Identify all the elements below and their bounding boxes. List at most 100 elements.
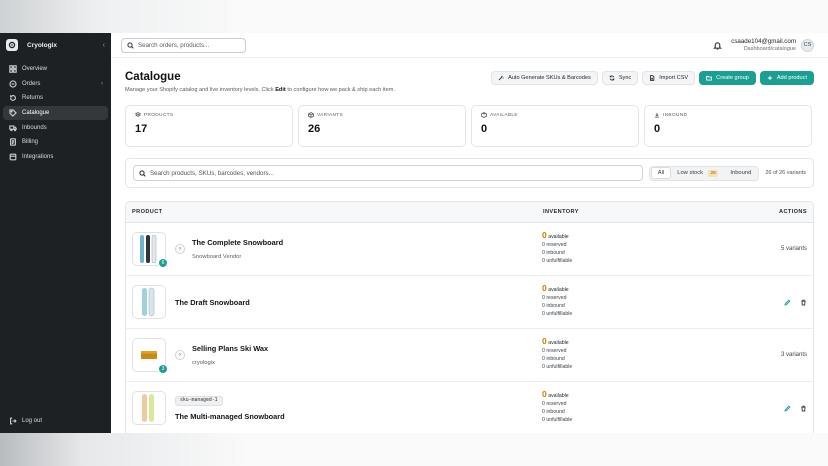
global-search-input[interactable]: Search orders, products... bbox=[121, 37, 246, 53]
trash-icon[interactable] bbox=[800, 405, 807, 412]
page-actions: Auto Generate SKUs & Barcodes Sync Impor… bbox=[487, 71, 814, 85]
variant-count-badge: 3 bbox=[158, 364, 168, 374]
collapse-sidebar-icon[interactable]: ‹ bbox=[103, 42, 105, 49]
edit-pencil-icon[interactable] bbox=[784, 298, 791, 306]
brand-name: Cryologix bbox=[27, 41, 57, 49]
sidebar-item-returns[interactable]: Returns bbox=[3, 91, 108, 105]
unfulfillable-count: 0 unfulfillable bbox=[542, 416, 573, 423]
available-label: available bbox=[548, 287, 569, 294]
product-name[interactable]: The Multi-managed Snowboard bbox=[175, 412, 542, 421]
search-icon bbox=[127, 41, 134, 49]
plus-icon bbox=[767, 75, 772, 81]
product-search-input[interactable]: Search products, SKUs, barcodes, vendors… bbox=[133, 165, 643, 181]
inventory-cell: 0 available 0 reserved 0 inbound 0 unful… bbox=[542, 336, 781, 372]
brand-logo-icon bbox=[6, 39, 18, 51]
sidebar-item-inbounds[interactable]: Inbounds bbox=[3, 121, 108, 135]
user-area: csaade104@gmail.com Dashboard/catalogue … bbox=[713, 38, 814, 52]
return-icon bbox=[8, 94, 17, 103]
row-actions bbox=[775, 404, 807, 412]
page-header: Catalogue Manage your Shopify catalog an… bbox=[125, 71, 814, 93]
filter-inbound[interactable]: Inbound bbox=[724, 167, 757, 179]
page-heading: Catalogue Manage your Shopify catalog an… bbox=[125, 71, 395, 93]
table-row[interactable]: The Draft Snowboard 0 available 0 reserv… bbox=[126, 276, 813, 329]
available-count: 0 bbox=[542, 230, 547, 241]
expand-row-button[interactable]: › bbox=[175, 244, 185, 254]
product-info: The Draft Snowboard bbox=[175, 298, 542, 307]
sync-button[interactable]: Sync bbox=[601, 71, 639, 85]
sidebar-item-integrations[interactable]: Integrations bbox=[3, 150, 108, 164]
unfulfillable-count: 0 unfulfillable bbox=[542, 363, 573, 370]
bell-icon[interactable] bbox=[713, 41, 723, 50]
table-row[interactable]: 3 › Selling Plans Ski Wax cryologix 0 av… bbox=[126, 329, 813, 382]
trash-icon[interactable] bbox=[800, 299, 807, 306]
table-row[interactable]: 6 › The Complete Snowboard Snowboard Ven… bbox=[126, 223, 813, 276]
inbound-count: 0 inbound bbox=[542, 356, 565, 362]
product-vendor: cryologix bbox=[192, 360, 215, 366]
stat-products: PRODUCTS 17 bbox=[125, 105, 293, 147]
product-info: Selling Plans Ski Wax cryologix bbox=[192, 344, 542, 366]
sidebar-item-overview[interactable]: Overview bbox=[3, 62, 108, 76]
header-product: PRODUCT bbox=[132, 209, 163, 215]
subtitle-edit: Edit bbox=[275, 87, 286, 93]
logout-button[interactable]: Log out bbox=[3, 414, 108, 428]
available-count: 0 bbox=[542, 389, 547, 400]
subtitle-text: Manage your Shopify catalog and live inv… bbox=[125, 87, 274, 93]
stat-value: 17 bbox=[135, 123, 148, 135]
table-header: PRODUCT INVENTORY ACTIONS bbox=[126, 202, 813, 223]
product-info: sku-managed-1 The Multi-managed Snowboar… bbox=[175, 395, 542, 421]
sidebar-item-billing[interactable]: Billing bbox=[3, 135, 108, 149]
sidebar-item-label: Inbounds bbox=[22, 124, 47, 131]
product-name[interactable]: Selling Plans Ski Wax bbox=[192, 344, 542, 353]
page-title: Catalogue bbox=[125, 71, 181, 83]
import-csv-label: Import CSV bbox=[659, 75, 689, 81]
snowboard-image bbox=[140, 234, 157, 264]
stat-value: 26 bbox=[308, 123, 321, 135]
avatar[interactable]: CS bbox=[801, 38, 814, 52]
filter-all[interactable]: All bbox=[650, 167, 672, 179]
add-product-button[interactable]: Add product bbox=[759, 71, 814, 85]
product-name[interactable]: The Draft Snowboard bbox=[175, 298, 542, 307]
sidebar-nav: Overview Orders › Returns Catalogue Inbo… bbox=[0, 62, 111, 164]
page-subtitle: Manage your Shopify catalog and live inv… bbox=[125, 87, 395, 93]
filter-low-stock[interactable]: Low stock 26 bbox=[671, 167, 724, 179]
product-vendor: Snowboard Vendor bbox=[192, 254, 242, 260]
table-row[interactable]: sku-managed-1 The Multi-managed Snowboar… bbox=[126, 382, 813, 433]
product-search-placeholder: Search products, SKUs, barcodes, vendors… bbox=[150, 169, 274, 177]
available-label: available bbox=[548, 234, 569, 241]
auto-generate-button[interactable]: Auto Generate SKUs & Barcodes bbox=[491, 71, 598, 85]
global-search-placeholder: Search orders, products... bbox=[138, 41, 210, 49]
sidebar-item-label: Billing bbox=[22, 139, 39, 146]
product-thumbnail bbox=[132, 391, 166, 425]
file-icon bbox=[650, 75, 655, 81]
window-backdrop-bottom bbox=[0, 433, 828, 466]
reserved-count: 0 reserved bbox=[542, 295, 567, 302]
breadcrumb: Dashboard/catalogue bbox=[743, 46, 796, 52]
sidebar-item-orders[interactable]: Orders › bbox=[3, 77, 108, 91]
logout-label: Log out bbox=[22, 418, 43, 425]
filter-bar: Search products, SKUs, barcodes, vendors… bbox=[125, 158, 814, 188]
available-count: 0 bbox=[542, 336, 547, 347]
product-name[interactable]: The Complete Snowboard bbox=[192, 238, 542, 247]
product-info: The Complete Snowboard Snowboard Vendor bbox=[192, 238, 542, 260]
header-actions: ACTIONS bbox=[779, 209, 807, 215]
sidebar-item-catalogue[interactable]: Catalogue bbox=[3, 106, 108, 121]
variants-summary: 3 variants bbox=[780, 352, 807, 358]
stat-label: INBOUND bbox=[663, 112, 688, 118]
user-email: csaade104@gmail.com bbox=[731, 38, 796, 45]
snowboard-image bbox=[142, 287, 155, 317]
available-count: 0 bbox=[542, 283, 547, 294]
reserved-count: 0 reserved bbox=[542, 242, 567, 249]
create-group-button[interactable]: Create group bbox=[699, 71, 756, 85]
auto-generate-label: Auto Generate SKUs & Barcodes bbox=[508, 75, 591, 81]
expand-row-button[interactable]: › bbox=[175, 350, 185, 360]
product-thumbnail: 6 bbox=[132, 232, 168, 268]
edit-pencil-icon[interactable] bbox=[784, 404, 791, 412]
unfulfillable-count: 0 unfulfillable bbox=[542, 310, 573, 317]
stat-variants: VARIANTS 26 bbox=[298, 105, 466, 147]
subtitle-text-end: to configure how we pack & ship each ite… bbox=[287, 87, 395, 93]
reserved-count: 0 reserved bbox=[542, 348, 567, 355]
sidebar-item-label: Returns bbox=[22, 95, 44, 102]
import-csv-button[interactable]: Import CSV bbox=[642, 71, 696, 85]
refresh-icon bbox=[609, 75, 615, 81]
topbar: Search orders, products... csaade104@gma… bbox=[111, 33, 828, 58]
